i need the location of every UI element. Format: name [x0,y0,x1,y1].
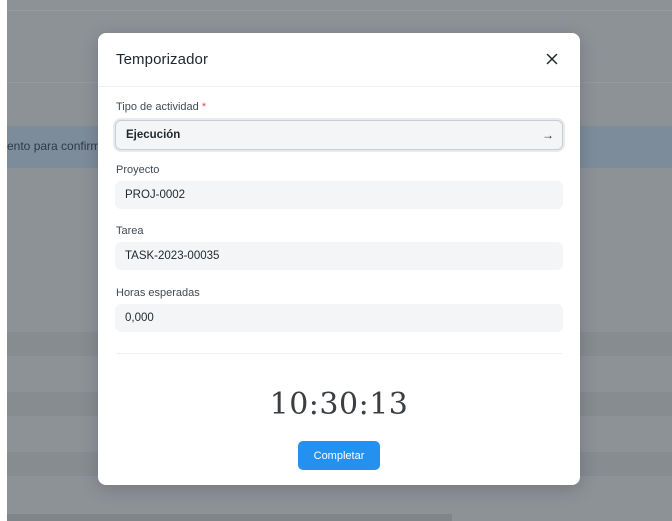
background-banner-text: ento para confirm [7,139,101,153]
activity-type-select[interactable]: Ejecución → [115,120,563,150]
required-mark: * [201,101,207,113]
activity-type-label-text: Tipo de actividad [116,101,199,113]
section-divider [116,353,562,354]
dialog-header: Temporizador [98,33,580,87]
arrow-right-icon: → [542,128,554,142]
complete-button[interactable]: Completar [298,441,380,470]
dialog-title: Temporizador [116,51,209,68]
background-band [7,514,452,521]
task-field: TASK-2023-00035 [115,242,563,270]
project-label: Proyecto [116,164,160,176]
activity-type-label: Tipo de actividad * [116,101,206,113]
timer-display: 10:30:13 [269,387,409,422]
task-label: Tarea [116,225,144,237]
close-icon [546,53,558,65]
activity-type-value: Ejecución [126,129,181,141]
timer-dialog: Temporizador Tipo de actividad * Ejecuci… [98,33,580,485]
background-sidebar-strip [0,0,7,521]
expected-hours-label: Horas esperadas [116,287,200,299]
project-field: PROJ-0002 [115,181,563,209]
close-button[interactable] [542,49,562,69]
expected-hours-field: 0,000 [115,304,563,332]
background-band [7,10,672,11]
